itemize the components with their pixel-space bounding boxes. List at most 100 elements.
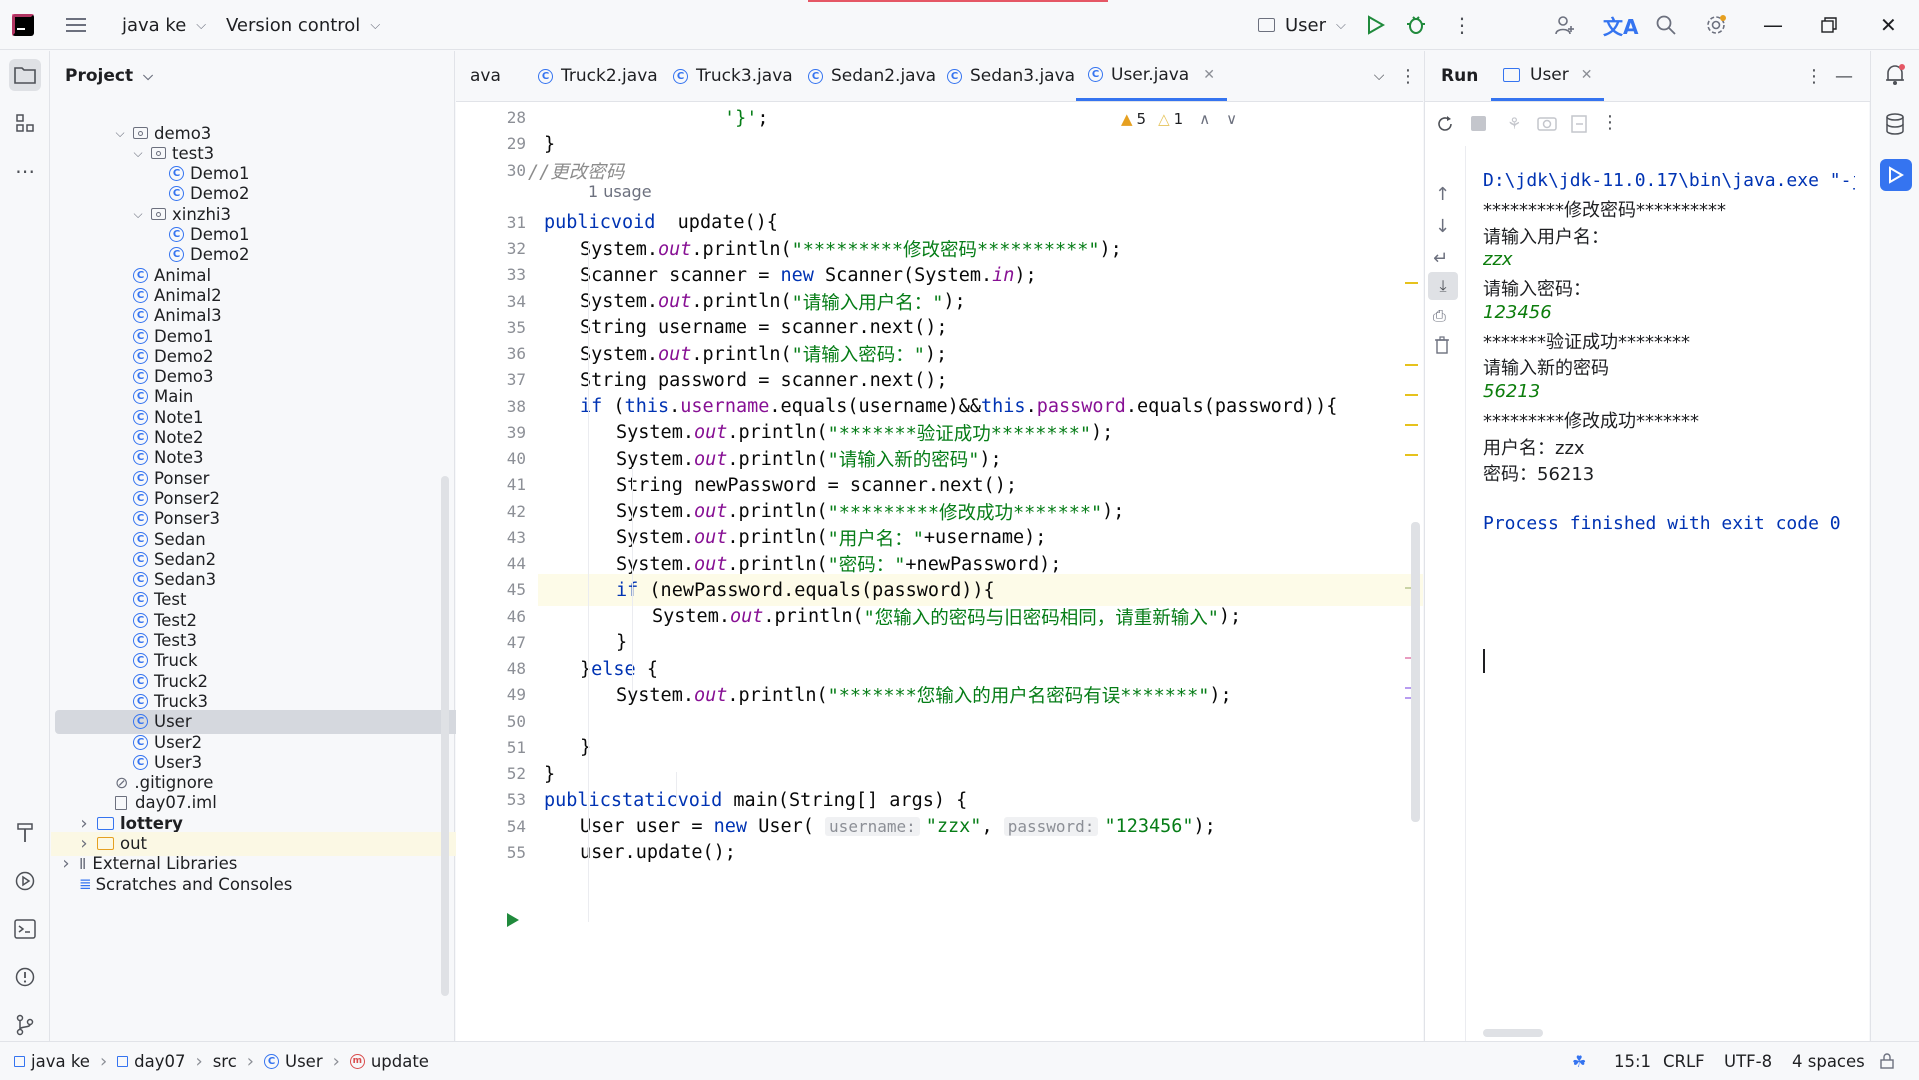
code-viewport[interactable]: 28 29 30 31 32 33 34 35 36 37 38 39 40 41 42 43 44 45 46 47… — [456, 102, 1423, 1041]
warning-stripe[interactable] — [1405, 282, 1418, 284]
file-encoding[interactable]: UTF-8 — [1724, 1042, 1772, 1080]
search-icon[interactable] — [1655, 0, 1677, 50]
breadcrumb-item[interactable]: java ke — [14, 1052, 90, 1071]
editor-tab-label: Truck3.java — [696, 66, 793, 86]
run-main-gutter-icon[interactable] — [506, 912, 522, 928]
warning-stripe[interactable] — [1405, 394, 1418, 396]
editor-tab-label: Sedan3.java — [970, 66, 1076, 86]
java-class-icon: C — [808, 68, 823, 84]
vcs-menu[interactable]: Version control ⌵ — [226, 0, 380, 50]
editor-tab[interactable]: ava — [458, 51, 513, 101]
indent-settings[interactable]: 4 spaces — [1792, 1042, 1865, 1080]
add-user-icon[interactable] — [1554, 0, 1576, 50]
java-class-icon: C — [133, 450, 148, 466]
run-button[interactable] — [1365, 0, 1385, 50]
java-class-icon: C — [133, 287, 148, 303]
warning-stripe[interactable] — [1405, 454, 1418, 456]
project-scrollbar[interactable] — [441, 476, 449, 996]
debug-button[interactable] — [1405, 0, 1427, 50]
run-tab-user[interactable]: User ✕ — [1491, 51, 1605, 101]
breadcrumb-item[interactable]: m update — [349, 1052, 429, 1071]
editor-tab[interactable]: C Truck2.java — [526, 51, 670, 101]
console-line: *********修改密码********** — [1483, 200, 1726, 222]
services-icon[interactable] — [9, 865, 41, 897]
editor-tab[interactable]: C Sedan2.java — [796, 51, 948, 101]
breadcrumb-item[interactable]: C User — [264, 1052, 323, 1071]
exit-icon[interactable] — [1569, 114, 1589, 139]
chevron-down-icon: ⌵ — [196, 17, 207, 33]
hide-panel-icon[interactable]: — — [1835, 51, 1853, 101]
app-window-icon — [1258, 18, 1275, 32]
java-class-icon: C — [133, 754, 148, 770]
line-number: 39 — [506, 422, 526, 442]
editor-scrollbar[interactable] — [1411, 522, 1420, 822]
notifications-bell-icon[interactable] — [1884, 63, 1906, 92]
next-highlight-icon[interactable]: ∨ — [1226, 110, 1237, 128]
breadcrumb-item[interactable]: src — [213, 1052, 237, 1071]
problems-icon[interactable] — [9, 961, 41, 993]
database-icon[interactable] — [1885, 113, 1905, 140]
editor-tab-label: ava — [470, 66, 501, 86]
run-panel-header: Run User ✕ ⋮ — — [1425, 51, 1870, 102]
plugin-paw-icon[interactable]: ☘ — [1572, 1042, 1586, 1080]
more-tools-icon[interactable]: ⋯ — [9, 155, 41, 187]
chevron-down-icon[interactable]: ⌵ — [113, 126, 127, 141]
restore-icon[interactable] — [1821, 0, 1837, 50]
tree-item-label: Sedan3 — [154, 570, 217, 590]
caret-position[interactable]: 15:1 — [1614, 1042, 1651, 1080]
project-panel-header[interactable]: Project ⌵ — [51, 51, 469, 101]
tree-item-label: day07.iml — [135, 793, 217, 813]
run-options-icon[interactable]: ⋮ — [1805, 51, 1823, 101]
java-class-icon: C — [133, 308, 148, 324]
translate-icon[interactable]: 文A — [1603, 0, 1638, 50]
chevron-right-icon: › — [332, 1050, 340, 1072]
lock-icon[interactable] — [1880, 1042, 1894, 1080]
settings-gear-icon[interactable] — [1705, 0, 1727, 50]
camera-icon[interactable] — [1537, 114, 1557, 137]
console-h-scrollbar[interactable] — [1483, 1029, 1543, 1037]
tabs-dropdown-icon[interactable]: ⌵ — [1364, 51, 1394, 101]
run-config-selector[interactable]: User ⌵ — [1258, 0, 1346, 50]
project-switcher[interactable]: java ke ⌵ — [122, 0, 206, 50]
tabs-more-icon[interactable]: ⋮ — [1396, 51, 1420, 101]
line-number: 45 — [506, 580, 526, 600]
chevron-down-icon: ⌵ — [370, 17, 381, 33]
structure-icon[interactable] — [9, 107, 41, 139]
run-tool-window-icon[interactable] — [1880, 159, 1912, 191]
inspection-widget[interactable]: ▲ 5 △ 1 ∧ ∨ — [1121, 108, 1237, 130]
chevron-down-icon[interactable]: ⌵ — [131, 146, 145, 161]
tree-item-label: User2 — [154, 732, 203, 752]
java-class-icon: C — [169, 247, 184, 263]
project-folder-icon[interactable] — [9, 59, 41, 91]
terminal-icon[interactable] — [9, 913, 41, 945]
warning-stripe[interactable] — [1405, 424, 1418, 426]
tree-item-label: Sedan — [154, 529, 206, 549]
tree-item-label: External Libraries — [92, 854, 238, 874]
minimize-icon[interactable]: — — [1763, 0, 1783, 50]
editor-tab[interactable]: C Sedan3.java — [935, 51, 1087, 101]
project-panel-title: Project — [65, 66, 134, 86]
git-branch-icon[interactable] — [9, 1009, 41, 1041]
editor-tab[interactable]: C Truck3.java — [661, 51, 805, 101]
console-output[interactable]: D:\jdk\jdk-11.0.17\bin\java.exe "-ja ****… — [1425, 146, 1855, 1026]
debug-bug-icon[interactable]: ⚘ — [1507, 114, 1521, 133]
close-icon[interactable]: ✕ — [1203, 67, 1215, 83]
tree-item[interactable]: ≣ Scratches and Consoles — [51, 872, 439, 896]
rerun-icon[interactable] — [1435, 114, 1455, 139]
code-line: //更改密码 — [528, 161, 625, 183]
chevron-down-icon[interactable]: ⌵ — [131, 207, 145, 222]
main-menu-button[interactable] — [66, 0, 86, 50]
more-actions-icon[interactable]: ⋮ — [1452, 0, 1472, 50]
previous-highlight-icon[interactable]: ∧ — [1199, 110, 1210, 128]
app-logo[interactable] — [12, 0, 34, 50]
close-icon[interactable]: ✕ — [1581, 67, 1593, 83]
breadcrumb-item[interactable]: day07 — [117, 1052, 186, 1071]
build-hammer-icon[interactable] — [9, 817, 41, 849]
line-ending[interactable]: CRLF — [1663, 1042, 1705, 1080]
close-icon[interactable]: ✕ — [1880, 0, 1897, 50]
tree-item-label: .gitignore — [134, 773, 214, 793]
warning-stripe[interactable] — [1405, 364, 1418, 366]
editor-tab[interactable]: C User.java ✕ — [1076, 51, 1227, 101]
toolbar-more-icon[interactable]: ⋮ — [1601, 112, 1619, 133]
stop-icon[interactable] — [1471, 116, 1486, 131]
